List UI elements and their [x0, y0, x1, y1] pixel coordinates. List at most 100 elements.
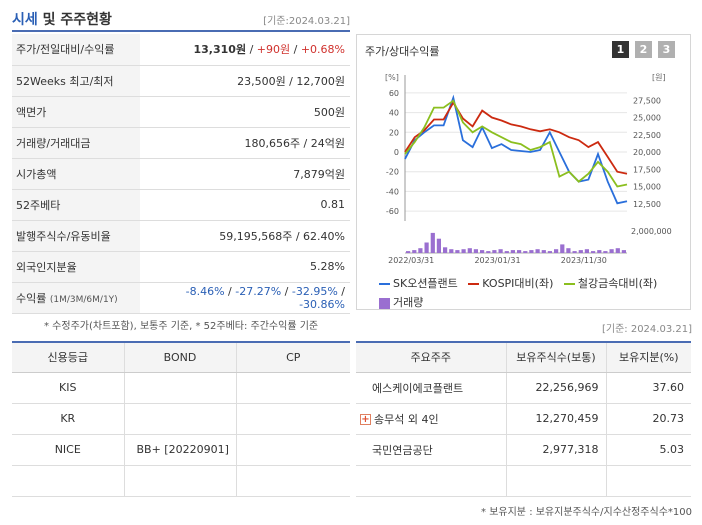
- volume-bar: [480, 250, 485, 253]
- holder-pct: 5.03: [606, 434, 691, 466]
- legend-line-icon: [379, 283, 390, 285]
- volume-bar: [486, 251, 491, 253]
- par-label: 액면가: [12, 96, 140, 128]
- right-tick-label: 25,000: [633, 114, 661, 123]
- beta-value: 0.81: [140, 189, 350, 221]
- legend-line-icon: [468, 283, 480, 285]
- holder-pct: 20.73: [606, 403, 691, 435]
- return-6m: -32.95%: [291, 284, 338, 298]
- foreign-label: 외국인지분율: [12, 251, 140, 283]
- chart-title: 주가/상대수익률: [365, 45, 440, 58]
- volume-bar: [547, 251, 552, 253]
- table-row: + 송무석 외 4인 12,270,459 20.73: [356, 403, 691, 435]
- holder-shares: 12,270,459: [506, 403, 607, 435]
- volume-bar: [473, 249, 478, 253]
- legend-line-icon: [563, 283, 575, 285]
- right-axis-unit: [원]: [652, 73, 666, 82]
- stock-chart: [%] [원] 60 40 20 0 -20 -40 -60 27,500 25,000 22,500…: [385, 73, 672, 265]
- return-3m: -27.27%: [235, 284, 282, 298]
- price-value: 13,310원 / +90원 / +0.68%: [140, 34, 350, 66]
- shareholders-table: 주요주주 보유주식수(보통) 보유지분(%) 에스케이에코플랜트 22,256,…: [356, 341, 691, 497]
- right-tick-label: 15,000: [633, 183, 661, 192]
- chart-panel: [%] [원] 60 40 20 0 -20 -40 -60 27,500 25,000 22,500…: [356, 34, 691, 310]
- table-row: 에스케이에코플랜트 22,256,969 37.60: [356, 372, 691, 404]
- par-value: 500원: [140, 96, 350, 128]
- right-tick-label: 27,500: [633, 96, 661, 105]
- volume-bar: [603, 251, 608, 253]
- quote-footnote: * 수정주가(차트포함), 보통주 기준, * 52주베타: 주간수익률 기준: [44, 321, 319, 332]
- volume-bar: [430, 232, 435, 253]
- left-tick-label: 60: [389, 89, 399, 98]
- base-date-2: [기준: 2024.03.21]: [601, 324, 692, 335]
- holders-header: 주요주주: [356, 342, 507, 373]
- volume-bar: [517, 250, 522, 253]
- cp-rating: [236, 372, 350, 404]
- w52-label: 52Weeks 최고/최저: [12, 65, 140, 97]
- credit-agency: NICE: [12, 434, 125, 466]
- holders-footnote: * 보유지분 : 보유지분주식수/지수산정주식수*100: [481, 507, 692, 518]
- quote-table: 주가/전일대비/수익률 13,310원 / +90원 / +0.68% 52We…: [12, 34, 350, 314]
- volume-value: 180,656주 / 24억원: [140, 127, 350, 159]
- volume-bar: [498, 249, 503, 253]
- x-tick-label: 2022/03/31: [388, 256, 434, 265]
- return-1y: -30.86%: [299, 297, 345, 311]
- volume-bar: [418, 248, 423, 253]
- left-tick-label: -40: [386, 187, 399, 196]
- holder-name-cell: + 송무석 외 4인: [356, 403, 507, 435]
- cp-rating: [236, 465, 350, 497]
- volume-label: 거래량/거래대금: [12, 127, 140, 159]
- legend-bar-icon: [379, 297, 390, 309]
- left-tick-label: -20: [386, 168, 399, 177]
- holder-shares: 22,256,969: [506, 372, 607, 404]
- volume-bar: [615, 248, 620, 253]
- bond-rating: [124, 465, 237, 497]
- credit-agency: KR: [12, 403, 125, 435]
- expand-plus-icon[interactable]: +: [360, 414, 371, 425]
- price-change-pct: +0.68%: [300, 43, 345, 57]
- chart-page-3-button[interactable]: 3: [658, 41, 675, 58]
- volume-bar: [621, 250, 626, 253]
- quote-row-price: 주가/전일대비/수익률 13,310원 / +90원 / +0.68%: [12, 34, 350, 66]
- volume-bar: [560, 244, 565, 253]
- base-date: [기준:2024.03.21]: [263, 16, 350, 27]
- cp-rating: [236, 434, 350, 466]
- table-row: 국민연금공단 2,977,318 5.03: [356, 434, 691, 466]
- credit-agency: KIS: [12, 372, 125, 404]
- holder-shares: [506, 465, 607, 497]
- right-tick-label: 20,000: [633, 148, 661, 157]
- quote-row-mcap: 시가총액 7,879억원: [12, 158, 350, 190]
- left-tick-label: 40: [389, 109, 399, 118]
- volume-bar: [504, 251, 509, 253]
- w52-value: 23,500원 / 12,700원: [140, 65, 350, 97]
- quote-row-shares: 발행주식수/유동비율 59,195,568주 / 62.40%: [12, 220, 350, 252]
- holders-header-row: 주요주주 보유주식수(보통) 보유지분(%): [356, 342, 691, 373]
- left-tick-label: -60: [386, 207, 399, 216]
- legend-item-stock: SK오션플랜트: [379, 277, 458, 290]
- left-tick-label: 20: [389, 128, 399, 137]
- right-tick-label: 17,500: [633, 165, 661, 174]
- volume-bar: [443, 247, 448, 253]
- mcap-label: 시가총액: [12, 158, 140, 190]
- volume-tick-label: 2,000,000: [631, 227, 672, 236]
- price-change: +90원: [256, 43, 291, 57]
- return-value: -8.46% / -27.27% / -32.95% / -30.86%: [140, 282, 350, 314]
- table-row: NICE BB+ [20220901]: [12, 434, 350, 466]
- volume-bar: [510, 250, 515, 253]
- legend-item-kospi: KOSPI대비(좌): [468, 277, 553, 290]
- chart-legend: SK오션플랜트 KOSPI대비(좌) 철강금속대비(좌) 거래량: [379, 275, 664, 310]
- volume-bar: [436, 238, 441, 253]
- volume-bar: [406, 251, 411, 253]
- volume-bar: [523, 251, 528, 253]
- shares-value: 59,195,568주 / 62.40%: [140, 220, 350, 252]
- volume-bar: [609, 249, 614, 253]
- shares-label: 발행주식수/유동비율: [12, 220, 140, 252]
- chart-page-1-button[interactable]: 1: [612, 41, 629, 58]
- volume-bar: [591, 251, 596, 253]
- left-tick-label: 0: [394, 148, 399, 157]
- mcap-value: 7,879억원: [140, 158, 350, 190]
- table-row: [356, 465, 691, 497]
- chart-page-2-button[interactable]: 2: [635, 41, 652, 58]
- credit-header: BOND: [124, 342, 237, 373]
- bond-rating: BB+ [20220901]: [124, 434, 237, 466]
- volume-bar: [584, 249, 589, 253]
